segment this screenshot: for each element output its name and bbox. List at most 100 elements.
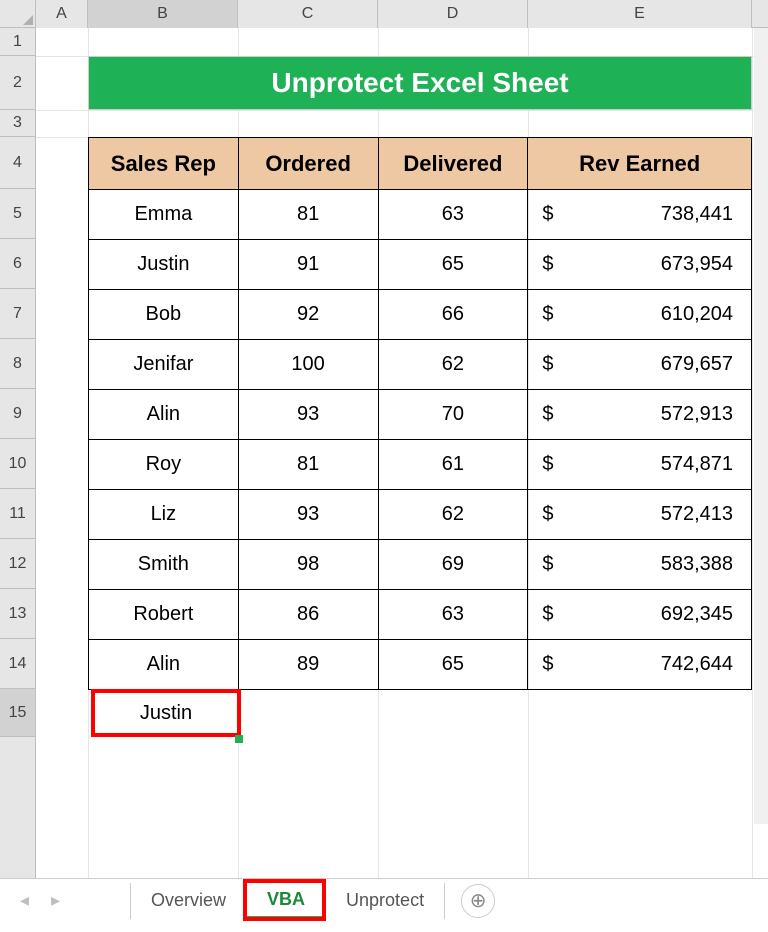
cell-b15[interactable]: Justin — [91, 689, 241, 737]
vertical-scrollbar[interactable] — [754, 28, 768, 824]
cell-delivered[interactable]: 70 — [378, 390, 528, 440]
cell-rev-earned[interactable]: $572,913 — [528, 390, 752, 440]
cell-rev-earned[interactable]: $679,657 — [528, 340, 752, 390]
col-header-A[interactable]: A — [36, 0, 88, 28]
table-row: Alin9370$572,913 — [89, 390, 752, 440]
cell-sales-rep[interactable]: Alin — [89, 640, 239, 690]
cell-ordered[interactable]: 89 — [238, 640, 378, 690]
row-header-8[interactable]: 8 — [0, 339, 35, 389]
tab-overview[interactable]: Overview — [130, 883, 247, 919]
table-row: Emma8163$738,441 — [89, 190, 752, 240]
cell-area[interactable]: Unprotect Excel Sheet Sales Rep Ordered … — [36, 28, 768, 878]
cell-rev-earned[interactable]: $572,413 — [528, 490, 752, 540]
cell-sales-rep[interactable]: Robert — [89, 590, 239, 640]
row-header-15[interactable]: 15 — [0, 689, 35, 737]
cell-rev-earned[interactable]: $738,441 — [528, 190, 752, 240]
cell-ordered[interactable]: 93 — [238, 490, 378, 540]
cell-sales-rep[interactable]: Alin — [89, 390, 239, 440]
col-header-E[interactable]: E — [528, 0, 752, 28]
cell-rev-earned[interactable]: $610,204 — [528, 290, 752, 340]
row-header-11[interactable]: 11 — [0, 489, 35, 539]
header-ordered[interactable]: Ordered — [238, 138, 378, 190]
tab-vba[interactable]: VBA — [247, 883, 326, 919]
row-header-12[interactable]: 12 — [0, 539, 35, 589]
select-all-corner[interactable] — [0, 0, 36, 28]
new-sheet-button[interactable]: ⊕ — [461, 884, 495, 918]
row-header-10[interactable]: 10 — [0, 439, 35, 489]
header-rev-earned[interactable]: Rev Earned — [528, 138, 752, 190]
table-row: Justin9165$673,954 — [89, 240, 752, 290]
cell-sales-rep[interactable]: Jenifar — [89, 340, 239, 390]
cell-delivered[interactable]: 66 — [378, 290, 528, 340]
cell-delivered[interactable]: 62 — [378, 490, 528, 540]
rev-amount: 673,954 — [661, 253, 733, 276]
table-row: Robert8663$692,345 — [89, 590, 752, 640]
col-header-B[interactable]: B — [88, 0, 238, 28]
row-header-5[interactable]: 5 — [0, 189, 35, 239]
cell-sales-rep[interactable]: Justin — [89, 240, 239, 290]
rev-amount: 572,413 — [661, 503, 733, 526]
cell-delivered[interactable]: 65 — [378, 240, 528, 290]
cell-sales-rep[interactable]: Liz — [89, 490, 239, 540]
fill-handle[interactable] — [235, 735, 243, 743]
cell-sales-rep[interactable]: Smith — [89, 540, 239, 590]
currency-symbol: $ — [542, 353, 553, 376]
rev-amount: 679,657 — [661, 353, 733, 376]
row-header-3[interactable]: 3 — [0, 110, 35, 137]
header-delivered[interactable]: Delivered — [378, 138, 528, 190]
tab-unprotect[interactable]: Unprotect — [326, 883, 445, 919]
row-header-6[interactable]: 6 — [0, 239, 35, 289]
table-row: Jenifar10062$679,657 — [89, 340, 752, 390]
sheet-nav-buttons: ◂ ▸ — [0, 890, 130, 911]
currency-symbol: $ — [542, 253, 553, 276]
spreadsheet-grid[interactable]: A B C D E 1 2 3 4 5 6 7 8 9 10 11 12 13 … — [0, 0, 768, 878]
rev-amount: 610,204 — [661, 303, 733, 326]
cell-delivered[interactable]: 63 — [378, 590, 528, 640]
currency-symbol: $ — [542, 603, 553, 626]
cell-sales-rep[interactable]: Bob — [89, 290, 239, 340]
rev-amount: 574,871 — [661, 453, 733, 476]
sheet-nav-next-icon[interactable]: ▸ — [51, 890, 60, 911]
row-header-9[interactable]: 9 — [0, 389, 35, 439]
column-header-row: A B C D E — [0, 0, 768, 28]
row-header-14[interactable]: 14 — [0, 639, 35, 689]
row-header-4[interactable]: 4 — [0, 137, 35, 189]
table-row: Alin8965$742,644 — [89, 640, 752, 690]
cell-sales-rep[interactable]: Emma — [89, 190, 239, 240]
cell-rev-earned[interactable]: $742,644 — [528, 640, 752, 690]
cell-ordered[interactable]: 93 — [238, 390, 378, 440]
title-cell[interactable]: Unprotect Excel Sheet — [88, 56, 752, 110]
cell-ordered[interactable]: 100 — [238, 340, 378, 390]
row-header-7[interactable]: 7 — [0, 289, 35, 339]
cell-ordered[interactable]: 98 — [238, 540, 378, 590]
currency-symbol: $ — [542, 453, 553, 476]
cell-ordered[interactable]: 81 — [238, 440, 378, 490]
row-header-13[interactable]: 13 — [0, 589, 35, 639]
cell-delivered[interactable]: 63 — [378, 190, 528, 240]
row-header-2[interactable]: 2 — [0, 56, 35, 110]
cell-ordered[interactable]: 92 — [238, 290, 378, 340]
col-header-D[interactable]: D — [378, 0, 528, 28]
currency-symbol: $ — [542, 503, 553, 526]
cell-ordered[interactable]: 81 — [238, 190, 378, 240]
currency-symbol: $ — [542, 203, 553, 226]
row-header-column: 1 2 3 4 5 6 7 8 9 10 11 12 13 14 15 — [0, 28, 36, 878]
cell-rev-earned[interactable]: $583,388 — [528, 540, 752, 590]
header-sales-rep[interactable]: Sales Rep — [89, 138, 239, 190]
cell-rev-earned[interactable]: $692,345 — [528, 590, 752, 640]
sheet-nav-prev-icon[interactable]: ◂ — [20, 890, 29, 911]
cell-ordered[interactable]: 86 — [238, 590, 378, 640]
row-header-1[interactable]: 1 — [0, 28, 35, 56]
cell-sales-rep[interactable]: Roy — [89, 440, 239, 490]
cell-delivered[interactable]: 69 — [378, 540, 528, 590]
sheet-tabs: Overview VBA Unprotect — [130, 879, 445, 922]
cell-delivered[interactable]: 62 — [378, 340, 528, 390]
cell-ordered[interactable]: 91 — [238, 240, 378, 290]
cell-delivered[interactable]: 61 — [378, 440, 528, 490]
rev-amount: 572,913 — [661, 403, 733, 426]
cell-rev-earned[interactable]: $673,954 — [528, 240, 752, 290]
col-header-C[interactable]: C — [238, 0, 378, 28]
table-row: Roy8161$574,871 — [89, 440, 752, 490]
cell-rev-earned[interactable]: $574,871 — [528, 440, 752, 490]
cell-delivered[interactable]: 65 — [378, 640, 528, 690]
